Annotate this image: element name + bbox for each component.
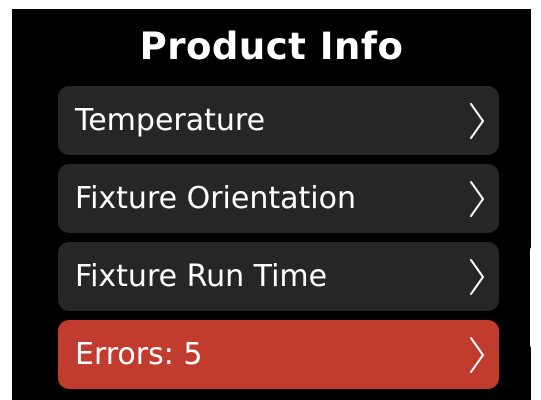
menu-item-label: Temperature: [75, 102, 266, 138]
page-title: Product Info: [139, 25, 404, 68]
menu-item-fixture-run-time[interactable]: Fixture Run Time: [58, 242, 499, 311]
menu-list: Temperature Fixture Orientation Fixture …: [58, 86, 499, 398]
chevron-right-icon: [469, 102, 485, 140]
chevron-right-icon: [469, 258, 485, 296]
chevron-right-icon: [469, 180, 485, 218]
menu-item-label: Errors: 5: [75, 336, 203, 372]
device-screen: Product Info Temperature Fixture Orienta…: [12, 9, 531, 400]
scrollbar[interactable]: [530, 247, 531, 348]
menu-item-label: Fixture Orientation: [75, 180, 356, 216]
menu-item-errors[interactable]: Errors: 5: [58, 320, 499, 389]
chevron-right-icon: [469, 336, 485, 374]
menu-item-temperature[interactable]: Temperature: [58, 86, 499, 155]
menu-item-fixture-orientation[interactable]: Fixture Orientation: [58, 164, 499, 233]
menu-item-label: Fixture Run Time: [75, 258, 328, 294]
